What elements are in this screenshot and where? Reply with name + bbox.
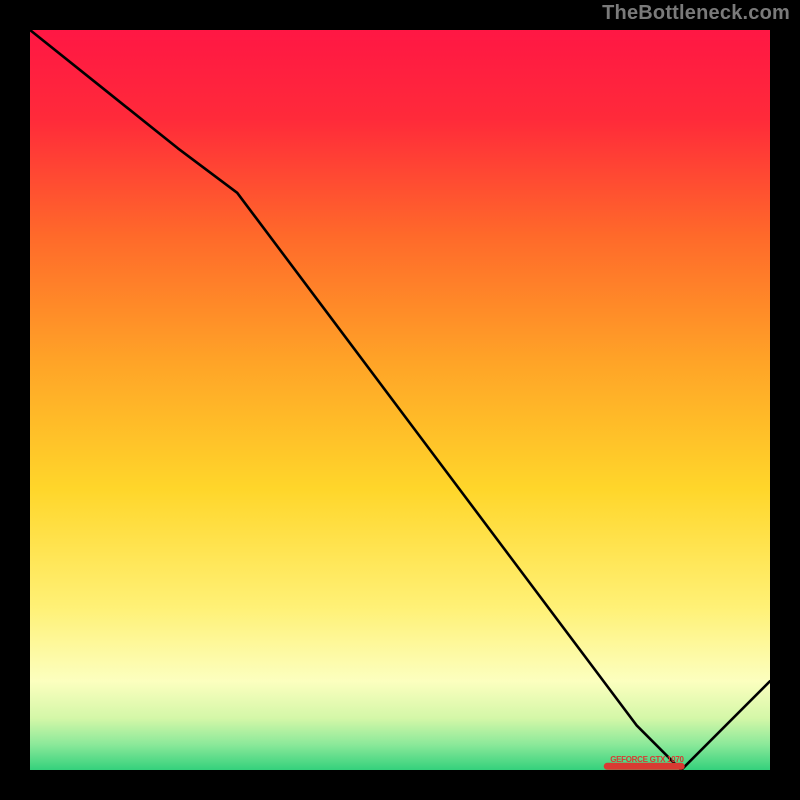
plot-area: GEFORCE GTX 1070	[30, 30, 770, 770]
chart-svg	[30, 30, 770, 770]
plot-frame: GEFORCE GTX 1070	[30, 30, 770, 770]
gradient-background	[30, 30, 770, 770]
chart-root: TheBottleneck.com GEFORCE GTX 1070	[0, 0, 800, 800]
optimal-marker-label: GEFORCE GTX 1070	[610, 755, 683, 764]
watermark-text: TheBottleneck.com	[602, 2, 790, 25]
